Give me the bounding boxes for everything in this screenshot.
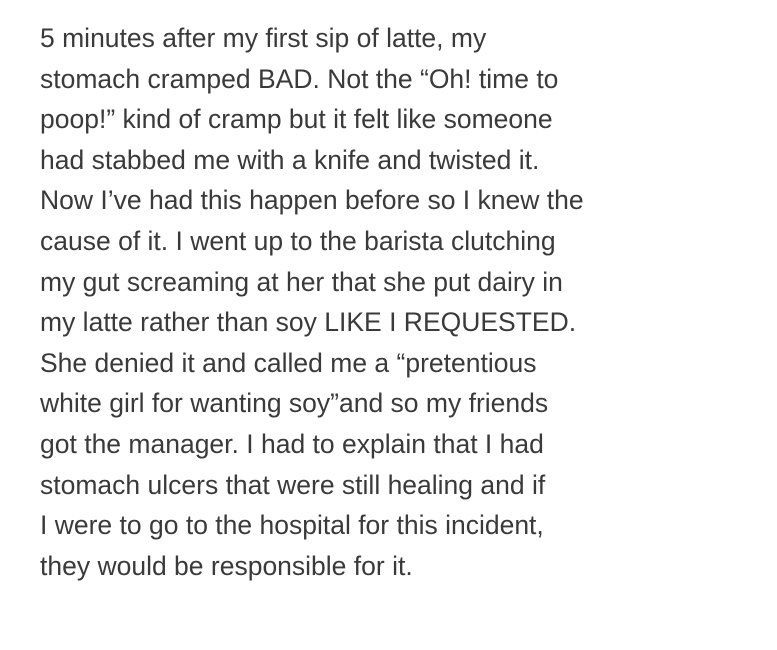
text-line: my gut screaming at her that she put dai…	[40, 266, 563, 297]
text-line: I were to go to the hospital for this in…	[40, 510, 544, 541]
text-line: white girl for wanting soy”and so my fri…	[40, 388, 549, 419]
text-line: She denied it and called me a “pretentio…	[40, 347, 537, 378]
text-line: got the manager. I had to explain that I…	[40, 428, 544, 459]
text-line: stomach ulcers that were still healing a…	[40, 469, 546, 500]
text-line: my latte rather than soy LIKE I REQUESTE…	[40, 307, 577, 338]
text-line: they would be responsible for it.	[40, 550, 413, 581]
text-line: 5 minutes after my first sip of latte, m…	[40, 23, 487, 53]
text-line: Now I’ve had this happen before so I kne…	[40, 185, 584, 216]
text-line: cause of it. I went up to the barista cl…	[40, 225, 556, 256]
text-line: had stabbed me with a knife and twisted …	[40, 144, 540, 175]
text-line: poop!” kind of cramp but it felt like so…	[40, 104, 553, 135]
post-text: 5 minutes after my first sip of latte, m…	[40, 18, 770, 586]
text-line: stomach cramped BAD. Not the “Oh! time t…	[40, 63, 559, 94]
